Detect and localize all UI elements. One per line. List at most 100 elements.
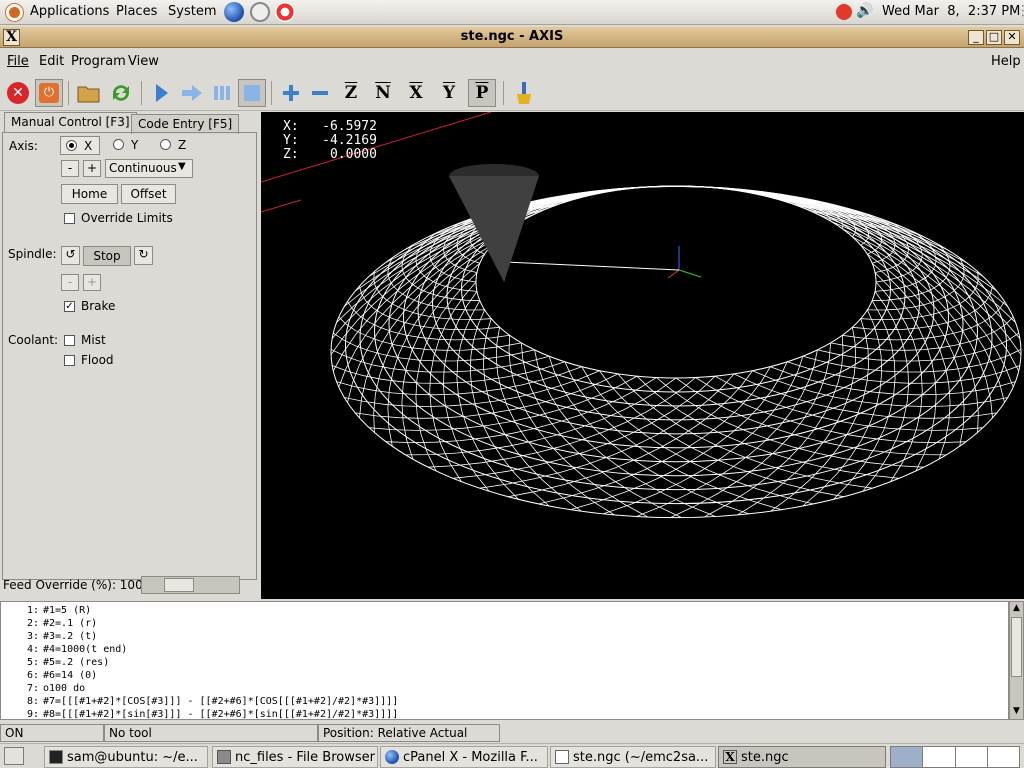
update-notifier-icon[interactable] bbox=[836, 4, 852, 20]
menu-program[interactable]: Program bbox=[71, 54, 126, 69]
reload-icon bbox=[113, 85, 129, 101]
axis-z-option[interactable]: Z bbox=[155, 136, 195, 155]
offset-button[interactable]: Offset bbox=[121, 184, 176, 204]
task-terminal[interactable]: sam@ubuntu: ~/e... bbox=[44, 746, 208, 768]
axis-x-label: X bbox=[84, 139, 93, 153]
task-file-browser[interactable]: nc_files - File Browser bbox=[212, 746, 378, 768]
step-button[interactable] bbox=[178, 79, 206, 107]
workspace-1[interactable] bbox=[891, 747, 923, 767]
view-p-button[interactable]: P bbox=[468, 79, 496, 107]
spindle-ccw-button[interactable]: ↺ bbox=[61, 246, 80, 265]
task-mozilla[interactable]: cPanel X - Mozilla F... bbox=[380, 746, 548, 768]
menu-view[interactable]: View bbox=[128, 54, 159, 69]
globe-icon bbox=[385, 750, 399, 764]
feed-override-handle[interactable] bbox=[164, 578, 194, 592]
tab-code-entry[interactable]: Code Entry [F5] bbox=[131, 114, 240, 134]
system-menu[interactable]: System bbox=[168, 4, 216, 19]
task-label: ste.ngc bbox=[741, 749, 789, 765]
clock-launcher-icon[interactable] bbox=[250, 2, 270, 22]
toolpath-wireframe bbox=[330, 185, 1022, 519]
menu-edit[interactable]: Edit bbox=[39, 54, 64, 69]
view-y-button[interactable]: Y bbox=[435, 79, 463, 107]
code-line[interactable]: 1: #1=5 (R) bbox=[1, 604, 1001, 617]
zoom-out-button[interactable] bbox=[306, 79, 334, 107]
task-label: cPanel X - Mozilla F... bbox=[403, 749, 538, 765]
workspace-switcher[interactable] bbox=[890, 746, 1020, 768]
jog-plus-button[interactable]: + bbox=[83, 160, 101, 177]
text-editor-icon bbox=[555, 750, 569, 764]
scroll-thumb[interactable] bbox=[1011, 617, 1022, 677]
scroll-up-icon[interactable]: ▲ bbox=[1011, 603, 1022, 615]
axis-x-option[interactable]: X bbox=[60, 136, 100, 155]
view-z2-button[interactable]: N bbox=[369, 79, 397, 107]
view-z-button[interactable]: Z bbox=[337, 79, 365, 107]
toolpath-preview[interactable]: X: -6.5972 Y: -4.2169 Z: 0.0000 bbox=[261, 112, 1024, 599]
run-icon bbox=[156, 84, 168, 102]
chevron-down-icon: ▼ bbox=[178, 161, 186, 172]
code-line[interactable]: 3: #3=.2 (t) bbox=[1, 630, 1001, 643]
axis-y-radio bbox=[113, 139, 124, 150]
run-button[interactable] bbox=[148, 79, 176, 107]
home-button[interactable]: Home bbox=[61, 184, 118, 204]
places-menu[interactable]: Places bbox=[116, 4, 157, 19]
step-icon bbox=[182, 85, 202, 101]
help-lifebuoy-icon[interactable] bbox=[275, 2, 295, 22]
line-number: 3: bbox=[26, 631, 39, 642]
ubuntu-logo-icon[interactable] bbox=[6, 4, 23, 21]
estop-button[interactable]: ✕ bbox=[4, 79, 32, 107]
tab-manual-control[interactable]: Manual Control [F3] bbox=[4, 112, 137, 133]
brake-checkbox[interactable]: ✓ bbox=[64, 301, 75, 312]
jog-mode-select[interactable]: Continuous ▼ bbox=[105, 159, 193, 178]
applications-menu[interactable]: Applications bbox=[30, 4, 109, 19]
line-text: #8=[[[#1+#2]*[sin[#3]]] - [[#2+#6]*[sin[… bbox=[43, 709, 399, 720]
web-browser-icon[interactable] bbox=[224, 2, 244, 22]
spindle-cw-button[interactable]: ↻ bbox=[134, 246, 153, 265]
flood-checkbox[interactable] bbox=[64, 355, 75, 366]
toolbar-separator bbox=[68, 81, 69, 105]
zoom-in-button[interactable] bbox=[277, 79, 305, 107]
pause-button[interactable] bbox=[208, 79, 236, 107]
code-line[interactable]: 7: o100 do bbox=[1, 682, 1001, 695]
estop-icon: ✕ bbox=[7, 82, 29, 104]
spindle-faster-button[interactable]: + bbox=[83, 274, 101, 291]
minimize-icon[interactable]: _ bbox=[968, 30, 984, 45]
gcode-listing[interactable]: 1: #1=5 (R) 2: #2=.1 (r) 3: #3=.2 (t) 4: #4=100… bbox=[0, 601, 1009, 720]
code-line[interactable]: 9: #8=[[[#1+#2]*[sin[#3]]] - [[#2+#6]*[si… bbox=[1, 708, 1001, 720]
window-titlebar[interactable]: X ste.ngc - AXIS _ □ ✕ bbox=[0, 27, 1024, 48]
workspace-3[interactable] bbox=[957, 747, 988, 767]
mist-checkbox[interactable] bbox=[64, 335, 75, 346]
volume-icon[interactable]: 🔊 bbox=[856, 3, 873, 19]
show-desktop-icon[interactable] bbox=[4, 747, 24, 765]
code-line[interactable]: 8: #7=[[[#1+#2]*[COS[#3]]] - [[#2+#6]*[CO… bbox=[1, 695, 1001, 708]
machine-power-button[interactable]: ⏻ bbox=[35, 79, 63, 107]
feed-override-slider[interactable] bbox=[141, 576, 240, 594]
close-icon[interactable]: ✕ bbox=[1004, 30, 1020, 45]
view-z2-icon: N bbox=[375, 83, 391, 103]
code-line[interactable]: 5: #5=.2 (res) bbox=[1, 656, 1001, 669]
spindle-stop-button[interactable]: Stop bbox=[83, 246, 131, 266]
code-scrollbar[interactable]: ▲ ▼ bbox=[1009, 601, 1024, 720]
code-line[interactable]: 4: #4=1000(t end) bbox=[1, 643, 1001, 656]
jog-minus-button[interactable]: - bbox=[61, 160, 79, 177]
clock[interactable]: Wed Mar 8, 2:37 PM bbox=[882, 4, 1020, 19]
scroll-down-icon[interactable]: ▼ bbox=[1011, 706, 1022, 718]
clear-plot-button[interactable] bbox=[510, 79, 538, 107]
override-limits-checkbox[interactable] bbox=[64, 213, 75, 224]
maximize-icon[interactable]: □ bbox=[986, 30, 1002, 45]
top-panel: Applications Places System 🔊 Wed Mar 8, … bbox=[0, 0, 1024, 25]
workspace-2[interactable] bbox=[924, 747, 956, 767]
code-line[interactable]: 6: #6=14 (0) bbox=[1, 669, 1001, 682]
stop-button[interactable] bbox=[238, 79, 266, 107]
open-button[interactable] bbox=[75, 79, 103, 107]
menu-file[interactable]: File bbox=[7, 54, 29, 69]
open-folder-icon bbox=[77, 86, 100, 103]
spindle-slower-button[interactable]: - bbox=[61, 274, 79, 291]
task-axis[interactable]: X ste.ngc bbox=[718, 746, 886, 768]
axis-y-option[interactable]: Y bbox=[108, 136, 148, 155]
task-editor[interactable]: ste.ngc (~/emc2sa... bbox=[550, 746, 716, 768]
view-x-button[interactable]: X bbox=[402, 79, 430, 107]
view-z-icon: Z bbox=[344, 83, 358, 103]
code-line[interactable]: 2: #2=.1 (r) bbox=[1, 617, 1001, 630]
reload-button[interactable] bbox=[107, 79, 135, 107]
menu-help[interactable]: Help bbox=[991, 54, 1021, 69]
